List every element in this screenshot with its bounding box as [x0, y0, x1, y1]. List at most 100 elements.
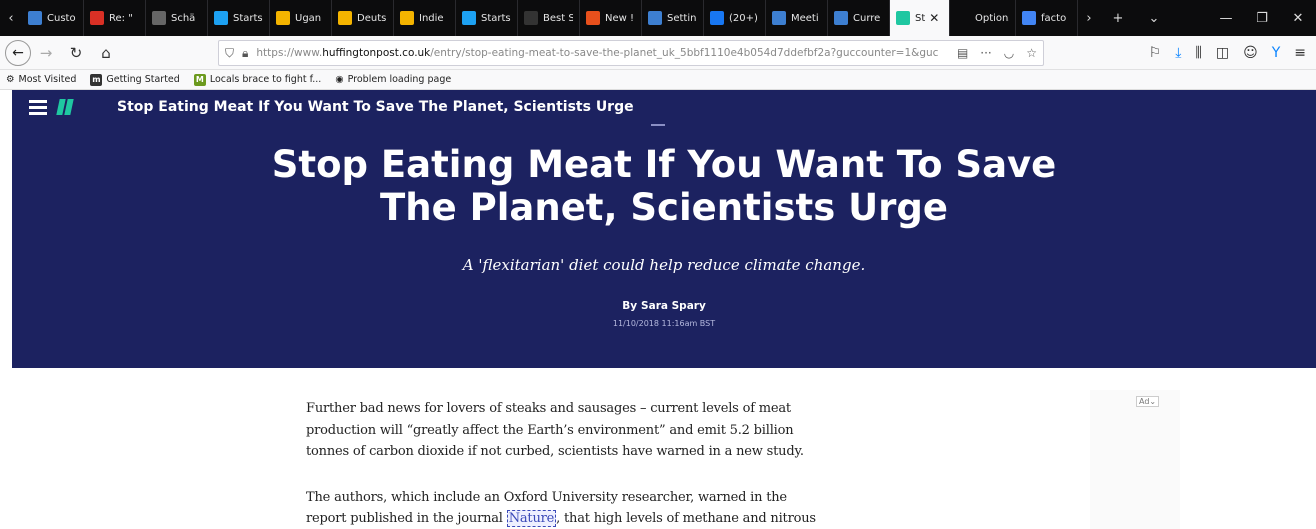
decorative-divider [651, 124, 665, 126]
hamburger-menu-icon[interactable] [29, 100, 47, 118]
reader-view-icon[interactable]: ▤ [957, 46, 968, 60]
browser-tab[interactable]: Settin [642, 0, 704, 36]
bookmarks-toolbar: ⚙ Most Visited m Getting Started M Local… [0, 70, 1316, 90]
browser-tab[interactable]: Best S [518, 0, 580, 36]
bookmark-locals-brace[interactable]: M Locals brace to fight f... [193, 73, 321, 86]
subheadline: A 'flexitarian' diet could help reduce c… [462, 256, 866, 274]
new-tab-icon[interactable]: + [1100, 11, 1136, 26]
globe-icon: ◉ [335, 74, 344, 85]
forward-button-icon[interactable]: → [31, 38, 61, 68]
account-icon[interactable]: ☺ [1243, 45, 1258, 61]
tab-title: Curre [853, 12, 881, 24]
home-icon[interactable]: ⌂ [91, 38, 121, 68]
browser-tab[interactable]: Ugan [270, 0, 332, 36]
browser-tab[interactable]: Custo [22, 0, 84, 36]
browser-tab[interactable]: Curre [828, 0, 890, 36]
scroll-tabs-left-icon[interactable]: ‹ [0, 0, 22, 36]
tab-favicon-icon [956, 11, 970, 25]
bookmark-getting-started[interactable]: m Getting Started [90, 73, 180, 86]
bookmark-star-icon[interactable]: ☆ [1026, 46, 1037, 60]
paragraph-1: Further bad news for lovers of steaks an… [306, 401, 804, 459]
tab-title: Indie [419, 12, 444, 24]
sticky-header-title: Stop Eating Meat If You Want To Save The… [117, 99, 634, 115]
extension-icon[interactable]: Y [1272, 45, 1281, 61]
close-window-icon[interactable]: ✕ [1280, 11, 1316, 26]
browser-tab[interactable]: facto [1016, 0, 1078, 36]
bookmark-label: Most Visited [18, 74, 77, 85]
tab-favicon-icon [586, 11, 600, 25]
tab-favicon-icon [338, 11, 352, 25]
advertisement-slot[interactable] [1090, 390, 1180, 529]
tab-title: Settin [667, 12, 697, 24]
menu-icon[interactable]: ≡ [1294, 45, 1306, 61]
downloads-icon[interactable]: ⤓ [1175, 45, 1181, 61]
author-link[interactable]: Sara Spary [641, 300, 706, 312]
huffpost-logo-icon[interactable] [56, 99, 74, 115]
minimize-icon[interactable]: — [1208, 11, 1244, 26]
article-body: Further bad news for lovers of steaks an… [306, 398, 826, 529]
list-all-tabs-icon[interactable]: ⌄ [1136, 11, 1172, 26]
byline-prefix: By [622, 300, 638, 312]
chevron-down-icon: ⌄ [1149, 397, 1157, 406]
headline-line-2: The Planet, Scientists Urge [380, 186, 948, 229]
tab-favicon-icon [90, 11, 104, 25]
pocket-icon[interactable]: ◡ [1004, 46, 1014, 60]
url-text[interactable]: https://www.huffingtonpost.co.uk/entry/s… [256, 47, 947, 59]
lock-icon[interactable]: 🔒︎ [242, 46, 248, 61]
tab-favicon-icon [834, 11, 848, 25]
browser-tab[interactable]: (20+) [704, 0, 766, 36]
tab-list: Custo Re: " Schä Startse Ugan Deuts Indie Start… [22, 0, 1078, 36]
restore-icon[interactable]: ❐ [1244, 11, 1280, 26]
tab-favicon-icon [710, 11, 724, 25]
bookmark-label: Getting Started [106, 74, 180, 85]
reload-icon[interactable]: ↻ [61, 38, 91, 68]
address-bar[interactable]: ⛉ 🔒︎ https://www.huffingtonpost.co.uk/en… [218, 40, 1044, 66]
tab-title: Best S [543, 12, 573, 24]
tab-title: Meeti [791, 12, 819, 24]
browser-tab[interactable]: Deuts [332, 0, 394, 36]
tracking-shield-icon[interactable]: ⛉ [225, 46, 234, 61]
bookmark-most-visited[interactable]: ⚙ Most Visited [6, 74, 76, 85]
browser-tab[interactable]: Indie [394, 0, 456, 36]
browser-tab[interactable]: Re: " [84, 0, 146, 36]
tab-favicon-icon [1022, 11, 1036, 25]
news-icon: M [193, 73, 206, 86]
toolbar-right: ⚐ ⤓ ⫼ ◫ ☺ Y ≡ [1149, 36, 1316, 70]
tab-title: (20+) [729, 12, 758, 24]
page-actions-icon[interactable]: ··· [980, 46, 991, 60]
library-icon[interactable]: ⫼ [1195, 45, 1201, 61]
browser-tab[interactable]: Options fo [950, 0, 1016, 36]
library-bookmark-icon[interactable]: ⚐ [1149, 45, 1162, 61]
tab-favicon-icon [524, 11, 538, 25]
browser-tab[interactable]: Schä [146, 0, 208, 36]
browser-tab[interactable]: Startse [208, 0, 270, 36]
article-hero: Stop Eating Meat If You Want To Save The… [12, 90, 1316, 368]
tab-title: Deuts [357, 12, 387, 24]
tab-favicon-icon [648, 11, 662, 25]
tab-title: Ugan [295, 12, 322, 24]
browser-tab[interactable]: Meeti [766, 0, 828, 36]
paragraph-text: , that high levels of methane and nitrou… [556, 511, 816, 526]
tab-title: Re: " [109, 12, 133, 24]
bookmark-problem-loading[interactable]: ◉ Problem loading page [335, 74, 451, 85]
headline: Stop Eating Meat If You Want To Save The… [12, 143, 1316, 229]
getting-started-icon: m [90, 73, 103, 86]
tab-favicon-icon [400, 11, 414, 25]
browser-tab[interactable]: St ✕ [890, 0, 950, 36]
browser-tab[interactable]: Startse [456, 0, 518, 36]
sidebar-icon[interactable]: ◫ [1216, 45, 1229, 61]
tab-favicon-icon [214, 11, 228, 25]
tab-title: Options fo [975, 12, 1009, 24]
tab-title: facto [1041, 12, 1067, 24]
gear-icon: ⚙ [6, 74, 15, 85]
browser-tab[interactable]: New ! [580, 0, 642, 36]
paragraph-2: The authors, which include an Oxford Uni… [306, 487, 826, 529]
nature-link[interactable]: Nature [506, 510, 557, 527]
tab-favicon-icon [276, 11, 290, 25]
back-button-icon[interactable]: ← [5, 39, 31, 66]
ad-badge: Ad⌄ [1136, 396, 1160, 407]
close-tab-icon[interactable]: ✕ [929, 11, 939, 25]
tab-favicon-icon [28, 11, 42, 25]
tab-title: Startse [233, 12, 263, 24]
scroll-tabs-right-icon[interactable]: › [1078, 0, 1100, 36]
